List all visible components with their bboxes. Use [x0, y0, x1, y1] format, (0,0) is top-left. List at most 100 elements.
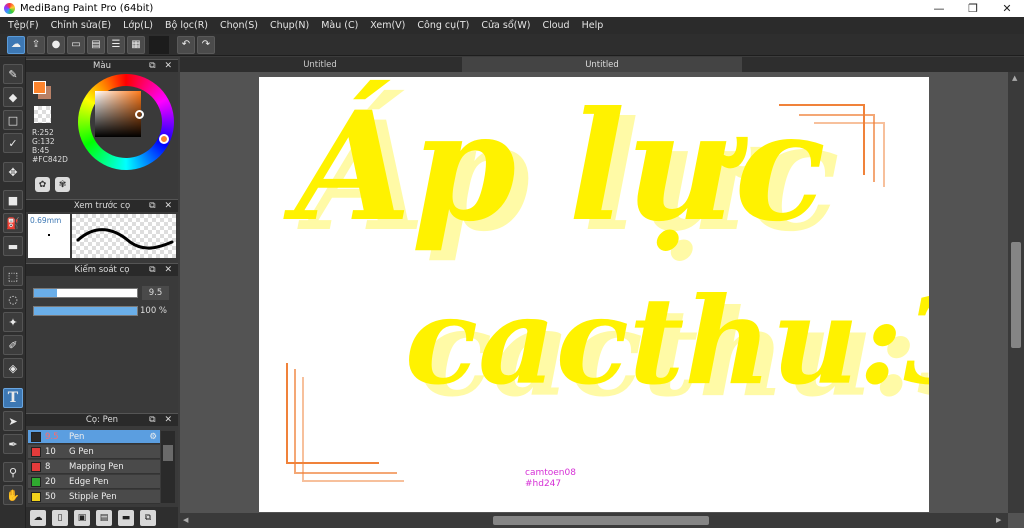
- lasso-icon[interactable]: ◌: [3, 289, 23, 309]
- folder-icon[interactable]: ▬: [118, 509, 134, 526]
- redo-button[interactable]: ↷: [197, 35, 215, 54]
- menu-view[interactable]: Xem(V): [364, 20, 411, 31]
- cloud-icon[interactable]: ☁: [7, 35, 25, 54]
- transparent-color-swatch[interactable]: [34, 106, 51, 123]
- dropper-icon[interactable]: ✒: [3, 434, 23, 454]
- brush-list-item[interactable]: 50 Stipple Pen: [28, 490, 160, 504]
- brush-icon[interactable]: ✎: [3, 64, 23, 84]
- brush-preview-header: Xem trước cọ ⧉ ✕: [26, 199, 178, 212]
- grid-icon[interactable]: ▦: [127, 35, 145, 54]
- palette-edit-icon[interactable]: ✾: [55, 177, 70, 192]
- move-icon[interactable]: ✥: [3, 162, 23, 182]
- tab-untitled-1[interactable]: Untitled: [180, 57, 460, 72]
- signature: camtoen08 #hd247: [525, 468, 576, 490]
- eraser-icon[interactable]: ◆: [3, 87, 23, 107]
- maximize-button[interactable]: ❐: [956, 0, 990, 17]
- menu-color[interactable]: Màu (C): [315, 20, 364, 31]
- color-panel-header: Màu ⧉ ✕: [26, 59, 178, 72]
- color-wheel[interactable]: [78, 74, 174, 170]
- brush-settings-icon[interactable]: ▤: [96, 509, 112, 526]
- brush-name: Pen: [69, 431, 85, 442]
- drawing-canvas[interactable]: Áp lực Áp lực cacthu:3 cacthu:3 camtoen0…: [259, 77, 929, 512]
- brush-name: Edge Pen: [69, 476, 109, 487]
- bucket-icon[interactable]: ⛽: [3, 213, 23, 233]
- menu-layer[interactable]: Lớp(L): [117, 20, 159, 31]
- brush-color-swatch: [31, 446, 41, 457]
- vertical-scrollbar[interactable]: ▲: [1008, 72, 1024, 513]
- rectangle-icon[interactable]: □: [3, 110, 23, 130]
- select-eraser-icon[interactable]: ◈: [3, 358, 23, 378]
- palette-icon[interactable]: ✿: [35, 177, 50, 192]
- menu-select[interactable]: Chọn(S): [214, 20, 264, 31]
- brush-size-label: 0.69mm: [30, 216, 62, 225]
- horizontal-scrollbar[interactable]: ◀ ▶: [180, 513, 1008, 528]
- eyedropper-icon[interactable]: ⚲: [3, 462, 23, 482]
- panel-controls-icon[interactable]: ⧉ ✕: [149, 200, 175, 212]
- brush-list-item[interactable]: 10 G Pen: [28, 445, 160, 459]
- add-brush-icon[interactable]: ▣: [74, 509, 90, 526]
- menu-window[interactable]: Cửa sổ(W): [475, 20, 536, 31]
- brush-list-scrollbar[interactable]: [161, 431, 175, 503]
- saturation-marker[interactable]: [135, 110, 144, 119]
- brush-color-swatch: [31, 431, 41, 442]
- brush-stroke-preview: [72, 214, 176, 258]
- side-panels: Màu ⧉ ✕ R:252 G:132 B:45 #FC842D ✿ ✾ Xem…: [26, 57, 178, 528]
- brush-size-slider[interactable]: [33, 288, 138, 298]
- dot-tool-icon[interactable]: ✓: [3, 133, 23, 153]
- brush-size-value[interactable]: 9.5: [142, 286, 169, 300]
- brush-list-item[interactable]: 8 Mapping Pen: [28, 460, 160, 474]
- menu-snap[interactable]: Chụp(N): [264, 20, 315, 31]
- green-value: G:132: [32, 137, 55, 146]
- list-icon[interactable]: ☰: [107, 35, 125, 54]
- canvas-workarea: Untitled Untitled Áp lực Áp lực cacthu:3…: [180, 57, 1024, 528]
- document-icon[interactable]: ▤: [87, 35, 105, 54]
- brush-size-number: 10: [45, 446, 56, 457]
- menu-cloud[interactable]: Cloud: [536, 20, 575, 31]
- tab-untitled-2[interactable]: Untitled: [462, 57, 742, 72]
- select-rect-icon[interactable]: ⬚: [3, 266, 23, 286]
- brush-list-item[interactable]: 20 Edge Pen: [28, 475, 160, 489]
- magic-wand-icon[interactable]: ✦: [3, 312, 23, 332]
- brush-color-swatch: [31, 476, 41, 487]
- select-pen-icon[interactable]: ✐: [3, 335, 23, 355]
- menu-tools[interactable]: Công cụ(T): [411, 20, 475, 31]
- opacity-value[interactable]: 100 %: [140, 304, 167, 318]
- horizontal-scroll-thumb[interactable]: [493, 516, 709, 525]
- message-icon[interactable]: ▭: [67, 35, 85, 54]
- vertical-scroll-thumb[interactable]: [1011, 242, 1021, 348]
- brush-name: Stipple Pen: [69, 491, 117, 502]
- menu-filter[interactable]: Bộ lọc(R): [159, 20, 214, 31]
- hue-marker[interactable]: [159, 134, 169, 144]
- panel-controls-icon[interactable]: ⧉ ✕: [149, 264, 175, 276]
- foreground-color-swatch[interactable]: [33, 81, 46, 94]
- undo-button[interactable]: ↶: [177, 35, 195, 54]
- menu-file[interactable]: Tệp(F): [2, 20, 45, 31]
- new-brush-icon[interactable]: ▯: [52, 509, 68, 526]
- fill-shape-icon[interactable]: ■: [3, 190, 23, 210]
- close-button[interactable]: ✕: [990, 0, 1024, 17]
- brush-list-item[interactable]: 9.5 Pen ⚙: [28, 430, 160, 444]
- copy-brush-icon[interactable]: ⧉: [140, 509, 156, 526]
- brush-size-number: 20: [45, 476, 56, 487]
- panel-controls-icon[interactable]: ⧉ ✕: [149, 414, 175, 426]
- brush-dot: [48, 234, 50, 236]
- share-icon[interactable]: ⇪: [27, 35, 45, 54]
- brush-preview-title: Xem trước cọ: [73, 201, 131, 211]
- document-tabs: Untitled Untitled: [180, 57, 1024, 72]
- cloud-brush-icon[interactable]: ☁: [30, 509, 46, 526]
- comment-icon[interactable]: ●: [47, 35, 65, 54]
- menu-bar: Tệp(F) Chỉnh sửa(E) Lớp(L) Bộ lọc(R) Chọ…: [0, 17, 1024, 34]
- gradient-icon[interactable]: ▬: [3, 236, 23, 256]
- gear-icon[interactable]: ⚙: [149, 432, 157, 442]
- menu-help[interactable]: Help: [576, 20, 610, 31]
- signature-line1: camtoen08: [525, 468, 576, 478]
- minimize-button[interactable]: —: [922, 0, 956, 17]
- operation-icon[interactable]: ➤: [3, 411, 23, 431]
- opacity-slider[interactable]: [33, 306, 138, 316]
- brush-size-preview: 0.69mm: [28, 214, 70, 258]
- hand-icon[interactable]: ✋: [3, 485, 23, 505]
- brush-size-number: 9.5: [45, 431, 59, 442]
- panel-controls-icon[interactable]: ⧉ ✕: [149, 60, 175, 72]
- menu-edit[interactable]: Chỉnh sửa(E): [45, 20, 118, 31]
- text-tool-icon[interactable]: T: [3, 388, 23, 408]
